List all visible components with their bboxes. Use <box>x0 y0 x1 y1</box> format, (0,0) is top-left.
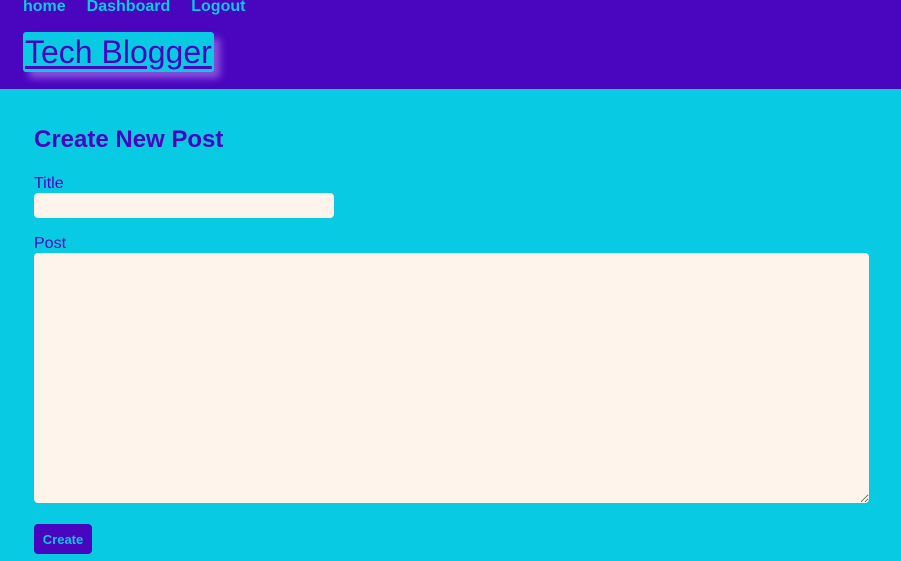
site-header: home Dashboard Logout Tech Blogger <box>0 0 901 89</box>
main-nav: home Dashboard Logout <box>23 0 266 16</box>
title-label: Title <box>34 175 64 192</box>
post-textarea[interactable] <box>34 253 869 503</box>
nav-link-logout[interactable]: Logout <box>191 0 245 16</box>
brand-badge: Tech Blogger <box>23 32 214 72</box>
create-button[interactable]: Create <box>34 524 92 554</box>
site-title-link[interactable]: Tech Blogger <box>25 34 212 70</box>
post-label: Post <box>34 235 67 252</box>
nav-link-home[interactable]: home <box>23 0 66 16</box>
page-title: Create New Post <box>34 126 224 153</box>
nav-link-dashboard[interactable]: Dashboard <box>87 0 171 16</box>
title-input[interactable] <box>34 193 334 218</box>
